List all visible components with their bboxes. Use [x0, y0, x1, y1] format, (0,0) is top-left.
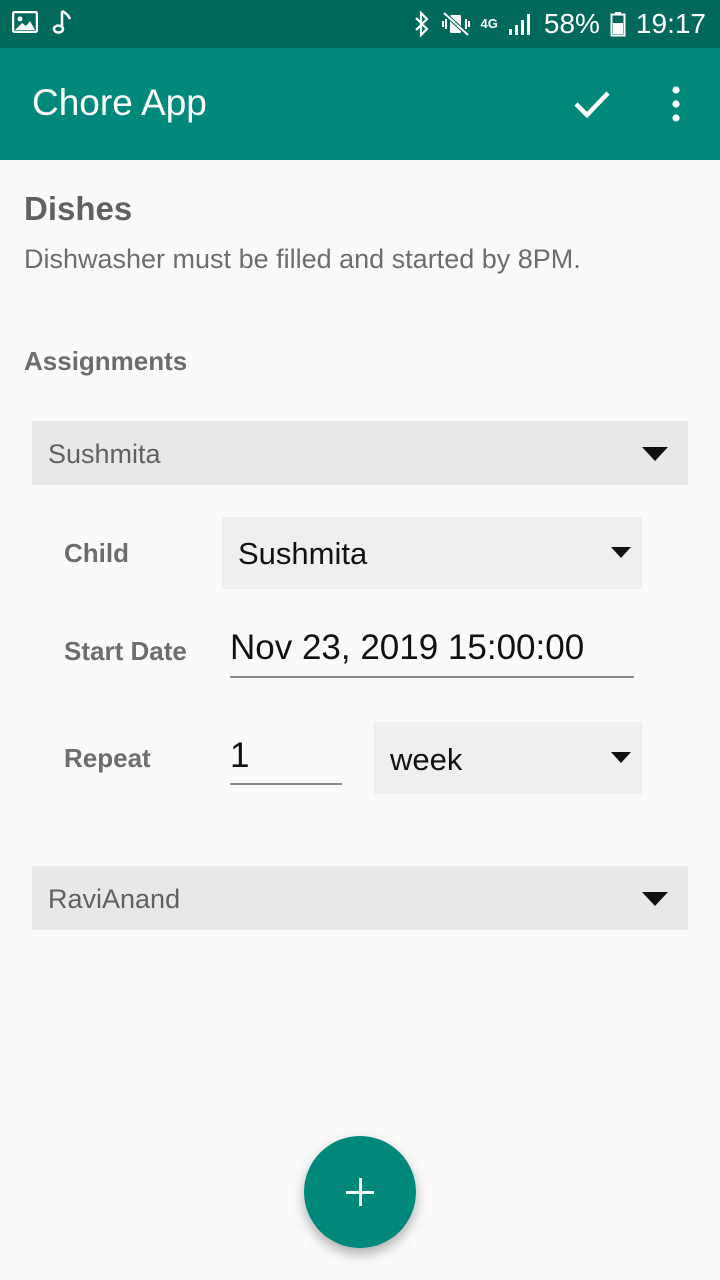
network-type: 4G — [480, 16, 498, 31]
start-date-field[interactable]: Nov 23, 2019 15:00:00 — [230, 628, 634, 678]
status-bar: 4G 58% 19:17 — [0, 0, 720, 48]
check-icon[interactable] — [570, 84, 614, 124]
child-value: Sushmita — [238, 536, 368, 571]
app-bar: Chore App — [0, 48, 720, 160]
bluetooth-icon — [413, 11, 431, 37]
assignments-label: Assignments — [24, 346, 188, 376]
gallery-icon — [11, 10, 39, 38]
repeat-count-field[interactable]: 1 — [230, 736, 342, 785]
battery-icon — [610, 11, 626, 37]
repeat-unit-value: week — [390, 742, 463, 777]
start-date-label: Start Date — [64, 636, 187, 666]
child-label: Child — [64, 538, 129, 568]
battery-percent: 58% — [543, 8, 600, 39]
vibrate-mute-icon — [441, 11, 471, 37]
spinner-arrow-icon — [611, 547, 631, 558]
assignment-header-sushmita[interactable]: Sushmita — [32, 421, 688, 485]
assignment-header-ravianand[interactable]: RaviAnand — [32, 866, 688, 930]
more-vert-icon[interactable] — [664, 84, 688, 124]
dropdown-arrow-icon — [642, 447, 668, 461]
chore-description: Dishwasher must be filled and started by… — [24, 244, 581, 274]
repeat-label: Repeat — [64, 743, 151, 773]
dropdown-arrow-icon — [642, 892, 668, 906]
chore-title: Dishes — [24, 190, 133, 227]
add-assignment-button[interactable] — [304, 1136, 416, 1248]
repeat-unit-spinner[interactable]: week — [374, 722, 642, 794]
spinner-arrow-icon — [611, 752, 631, 763]
assignment-name: Sushmita — [48, 439, 161, 469]
assignment-name: RaviAnand — [48, 884, 181, 914]
app-title: Chore App — [32, 82, 207, 123]
signal-icon — [508, 12, 534, 36]
music-note-icon — [52, 9, 74, 40]
child-spinner[interactable]: Sushmita — [222, 517, 642, 589]
status-time: 19:17 — [635, 8, 706, 39]
